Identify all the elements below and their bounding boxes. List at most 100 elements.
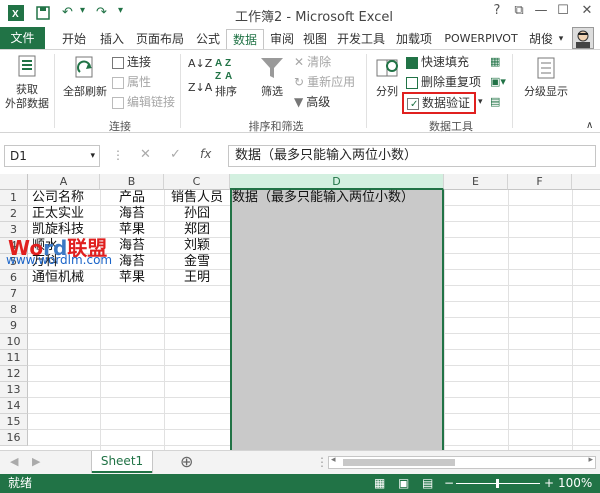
cell-d3[interactable] bbox=[232, 222, 442, 238]
cell-a2[interactable]: 正太实业 bbox=[32, 206, 100, 222]
name-box[interactable]: D1 ▾ bbox=[4, 145, 100, 167]
sort-button[interactable]: AZZA 排序 bbox=[210, 54, 242, 99]
connections-button[interactable]: 连接 bbox=[112, 54, 151, 70]
advanced-button[interactable]: ▼ 高级 bbox=[294, 94, 330, 110]
tab-insert[interactable]: 插入 bbox=[94, 29, 130, 49]
cell-c6[interactable]: 王明 bbox=[164, 270, 230, 286]
reapply-button[interactable]: ↻ 重新应用 bbox=[294, 74, 355, 90]
cell-c1[interactable]: 销售人员 bbox=[164, 190, 230, 206]
undo-icon[interactable]: ↶ bbox=[62, 5, 73, 20]
enter-icon[interactable]: ✓ bbox=[170, 147, 181, 162]
formula-input[interactable]: 数据（最多只能输入两位小数） bbox=[228, 145, 596, 167]
outline-button[interactable]: 分级显示 bbox=[518, 54, 574, 99]
zoom-out-button[interactable]: − bbox=[444, 474, 454, 493]
row-header-14[interactable]: 14 bbox=[0, 398, 28, 414]
data-validation-button[interactable]: ✓ 数据验证 bbox=[402, 92, 476, 114]
normal-view-icon[interactable]: ▦ bbox=[374, 474, 385, 493]
collapse-ribbon-icon[interactable]: ∧ bbox=[586, 118, 593, 134]
cell-d4[interactable] bbox=[232, 238, 442, 254]
tab-home[interactable]: 开始 bbox=[56, 29, 92, 49]
cell-a1[interactable]: 公司名称 bbox=[32, 190, 100, 206]
scroll-left-icon[interactable]: ◂ bbox=[331, 455, 336, 465]
cell-d6[interactable] bbox=[232, 270, 442, 286]
column-header-e[interactable]: E bbox=[444, 174, 508, 190]
cell-b4[interactable]: 海苔 bbox=[100, 238, 164, 254]
data-validation-dropdown-icon[interactable]: ▾ bbox=[478, 94, 483, 110]
cell-d1[interactable]: 数据（最多只能输入两位小数） bbox=[232, 190, 442, 206]
row-header-7[interactable]: 7 bbox=[0, 286, 28, 302]
scrollbar-thumb[interactable] bbox=[343, 459, 455, 466]
column-header-c[interactable]: C bbox=[164, 174, 230, 190]
cell-d5[interactable] bbox=[232, 254, 442, 270]
filter-button[interactable]: 筛选 bbox=[252, 54, 292, 99]
row-header-11[interactable]: 11 bbox=[0, 350, 28, 366]
row-header-12[interactable]: 12 bbox=[0, 366, 28, 382]
column-header-a[interactable]: A bbox=[28, 174, 100, 190]
column-header-b[interactable]: B bbox=[100, 174, 164, 190]
worksheet-grid[interactable]: A B C D E F 1 2 3 4 5 6 7 8 9 10 11 12 13 14 15 16 公司名称… bbox=[0, 174, 600, 450]
tab-developer[interactable]: 开发工具 bbox=[332, 29, 390, 49]
row-header-15[interactable]: 15 bbox=[0, 414, 28, 430]
row-header-10[interactable]: 10 bbox=[0, 334, 28, 350]
row-header-1[interactable]: 1 bbox=[0, 190, 28, 206]
row-header-16[interactable]: 16 bbox=[0, 430, 28, 446]
undo-dropdown-icon[interactable]: ▾ bbox=[80, 5, 85, 16]
sort-za-icon[interactable]: Z↓A bbox=[188, 80, 212, 96]
row-header-2[interactable]: 2 bbox=[0, 206, 28, 222]
properties-button[interactable]: 属性 bbox=[112, 74, 151, 90]
tab-page-layout[interactable]: 页面布局 bbox=[132, 29, 188, 49]
user-name[interactable]: 胡俊 bbox=[526, 29, 556, 49]
horizontal-scrollbar[interactable]: ◂ ▸ bbox=[328, 455, 596, 469]
cell-a6[interactable]: 通恒机械 bbox=[32, 270, 100, 286]
text-to-columns-button[interactable]: 分列 bbox=[370, 54, 404, 99]
refresh-all-button[interactable]: 全部刷新 bbox=[60, 54, 110, 99]
tab-split-handle[interactable]: ⋮ bbox=[316, 455, 328, 469]
cell-c3[interactable]: 郑团 bbox=[164, 222, 230, 238]
cancel-icon[interactable]: ✕ bbox=[140, 147, 151, 162]
zoom-in-button[interactable]: + bbox=[544, 474, 554, 493]
column-header-d[interactable]: D bbox=[230, 174, 444, 190]
tab-powerpivot[interactable]: POWERPIVOT bbox=[440, 29, 522, 49]
tab-addins[interactable]: 加载项 bbox=[392, 29, 436, 49]
flash-fill-button[interactable]: 快速填充 bbox=[406, 54, 469, 70]
cell-b2[interactable]: 海苔 bbox=[100, 206, 164, 222]
clear-button[interactable]: ✕ 清除 bbox=[294, 54, 331, 70]
consolidate-icon[interactable]: ▦ bbox=[490, 54, 500, 70]
sheet-tab-sheet1[interactable]: Sheet1 bbox=[92, 451, 152, 473]
what-if-icon[interactable]: ▣▾ bbox=[490, 74, 506, 90]
get-external-data-button[interactable]: 获取 外部数据 bbox=[4, 54, 50, 111]
column-header-f[interactable]: F bbox=[508, 174, 572, 190]
cell-c4[interactable]: 刘颖 bbox=[164, 238, 230, 254]
page-layout-view-icon[interactable]: ▣ bbox=[398, 474, 409, 493]
row-header-9[interactable]: 9 bbox=[0, 318, 28, 334]
name-box-dropdown-icon[interactable]: ▾ bbox=[90, 146, 95, 166]
insert-function-icon[interactable]: fx bbox=[200, 147, 211, 161]
tab-formulas[interactable]: 公式 bbox=[190, 29, 226, 49]
scroll-next-sheet-icon[interactable]: ▶ bbox=[32, 455, 40, 468]
remove-duplicates-button[interactable]: 删除重复项 bbox=[406, 74, 481, 90]
cell-b6[interactable]: 苹果 bbox=[100, 270, 164, 286]
cell-b3[interactable]: 苹果 bbox=[100, 222, 164, 238]
row-header-8[interactable]: 8 bbox=[0, 302, 28, 318]
tab-review[interactable]: 审阅 bbox=[264, 29, 300, 49]
user-dropdown-icon[interactable]: ▾ bbox=[556, 29, 566, 49]
row-header-6[interactable]: 6 bbox=[0, 270, 28, 286]
help-button[interactable]: ? bbox=[486, 3, 508, 21]
cell-b1[interactable]: 产品 bbox=[100, 190, 164, 206]
tab-data[interactable]: 数据 bbox=[226, 29, 264, 50]
minimize-button[interactable]: — bbox=[530, 3, 552, 21]
cell-d2[interactable] bbox=[232, 206, 442, 222]
page-break-view-icon[interactable]: ▤ bbox=[422, 474, 433, 493]
redo-icon[interactable]: ↷ bbox=[96, 5, 107, 20]
select-all-corner[interactable] bbox=[0, 174, 28, 190]
tab-view[interactable]: 视图 bbox=[300, 29, 330, 49]
customize-toolbar-icon[interactable]: ▾ bbox=[118, 5, 123, 16]
edit-links-button[interactable]: 编辑链接 bbox=[112, 94, 175, 110]
tab-file[interactable]: 文件 bbox=[0, 27, 45, 49]
relationships-icon[interactable]: ▤ bbox=[490, 94, 500, 110]
maximize-button[interactable]: ☐ bbox=[552, 3, 574, 21]
save-icon[interactable] bbox=[36, 5, 50, 20]
scroll-prev-sheet-icon[interactable]: ◀ bbox=[10, 455, 18, 468]
sort-az-icon[interactable]: A↓Z bbox=[188, 56, 212, 72]
cell-c5[interactable]: 金雪 bbox=[164, 254, 230, 270]
